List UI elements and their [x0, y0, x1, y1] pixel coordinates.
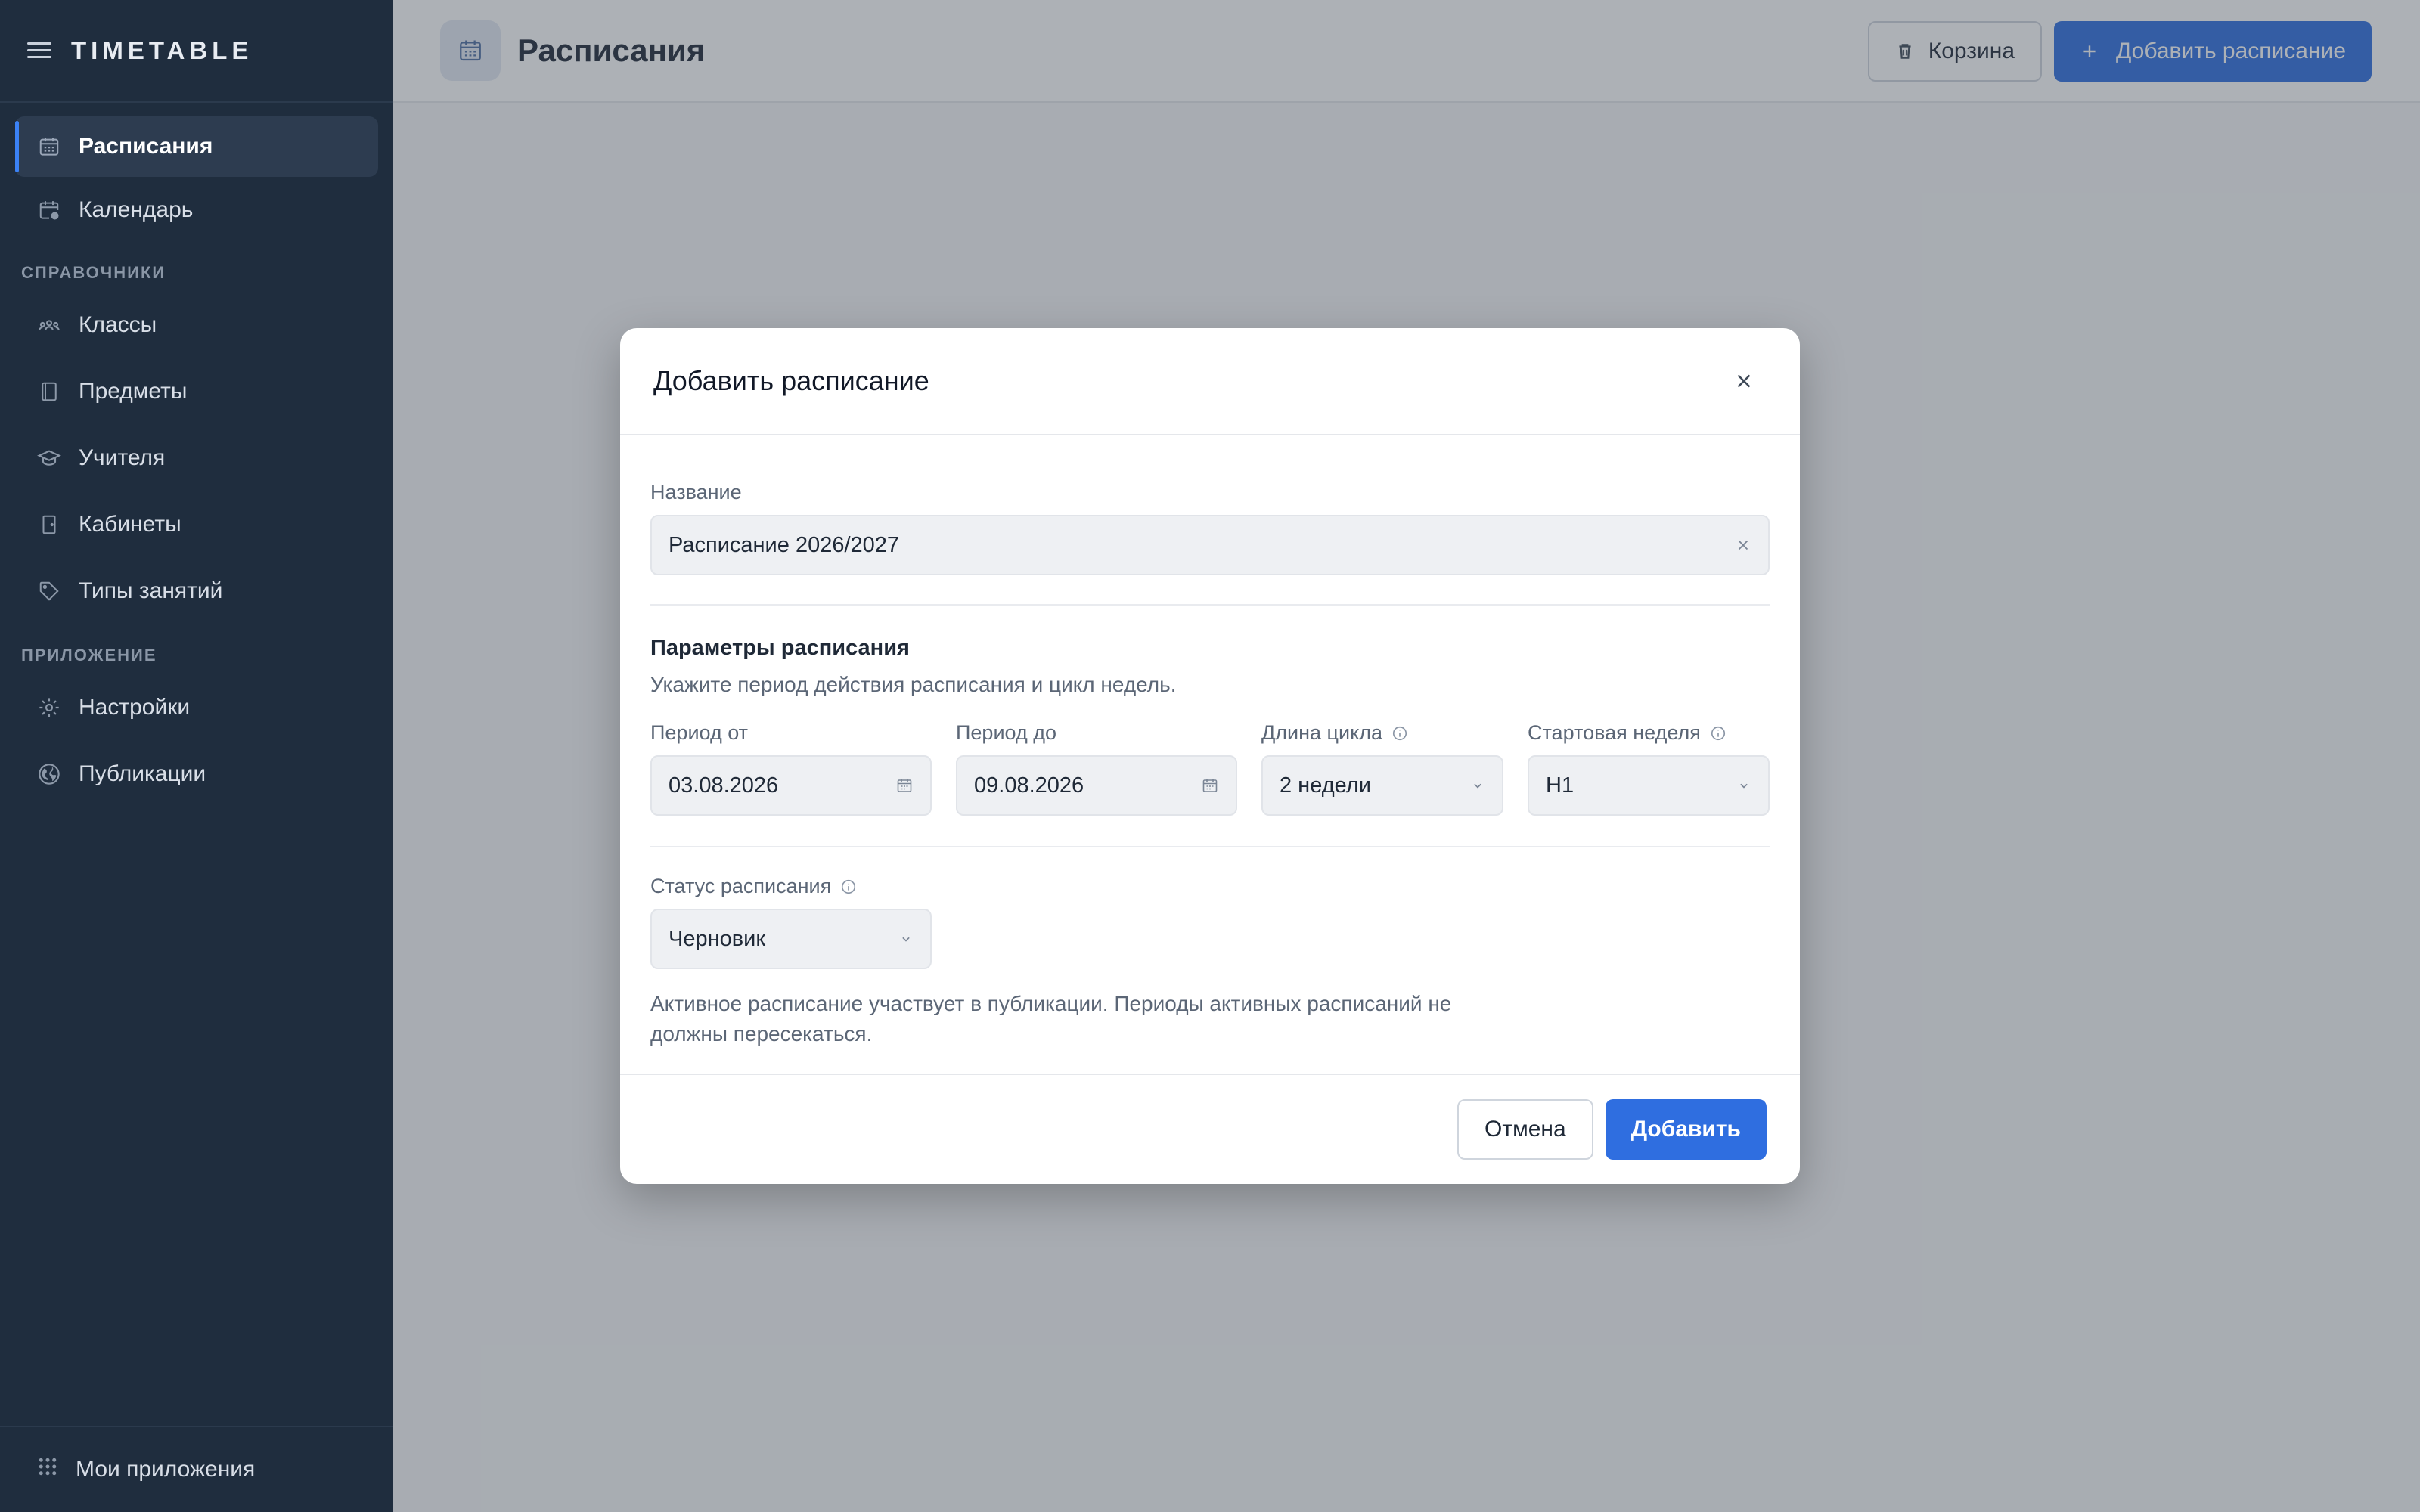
params-row: Период от 03.08.2026 Период до 09.08.202… [650, 721, 1770, 816]
my-apps-link[interactable]: Мои приложения [0, 1426, 393, 1512]
tag-icon [36, 578, 62, 604]
start-week-group: Стартовая неделя Н1 [1528, 721, 1770, 816]
calendar-icon[interactable] [1201, 776, 1219, 795]
menu-icon[interactable] [27, 42, 51, 59]
dialog-body: Название Расписание 2026/2027 Параметры … [620, 435, 1800, 1049]
period-from-field[interactable]: 03.08.2026 [650, 755, 932, 816]
clear-icon[interactable] [1735, 537, 1751, 553]
start-week-label: Стартовая неделя [1528, 721, 1770, 745]
add-schedule-dialog: Добавить расписание Название Расписание … [620, 328, 1800, 1184]
app-title: TIMETABLE [71, 36, 253, 64]
sidebar-item-label: Типы занятий [79, 578, 223, 603]
calendar-clock-icon [36, 197, 62, 223]
sidebar-item-label: Настройки [79, 695, 191, 720]
status-value: Черновик [669, 926, 766, 951]
cycle-length-value: 2 недели [1280, 773, 1371, 798]
status-label-text: Статус расписания [650, 875, 832, 897]
chevron-down-icon [1470, 778, 1485, 793]
params-title: Параметры расписания [650, 636, 910, 660]
params-description: Укажите период действия расписания и цик… [650, 673, 1177, 696]
cycle-length-select[interactable]: 2 недели [1261, 755, 1503, 816]
period-to-field[interactable]: 09.08.2026 [956, 755, 1237, 816]
sidebar-item-subjects[interactable]: Предметы [15, 360, 378, 423]
sidebar-section-references: СПРАВОЧНИКИ [21, 263, 166, 282]
graduation-cap-icon [36, 445, 62, 471]
gear-icon [36, 695, 62, 720]
start-week-value: Н1 [1546, 773, 1575, 798]
dialog-footer: Отмена Добавить [620, 1074, 1800, 1184]
globe-icon [36, 761, 62, 787]
period-from-label: Период от [650, 721, 748, 744]
dialog-header: Добавить расписание [620, 328, 1800, 435]
sidebar-item-publications[interactable]: Публикации [15, 742, 378, 806]
name-value: Расписание 2026/2027 [669, 532, 900, 557]
status-select[interactable]: Черновик [650, 909, 932, 969]
start-week-select[interactable]: Н1 [1528, 755, 1770, 816]
sidebar-item-calendar[interactable]: Календарь [15, 180, 378, 240]
cycle-length-label: Длина цикла [1261, 721, 1503, 745]
sidebar-item-label: Календарь [79, 197, 194, 222]
divider [650, 846, 1770, 847]
info-icon[interactable] [1392, 725, 1408, 742]
calendar-icon[interactable] [895, 776, 914, 795]
period-to-group: Период до 09.08.2026 [956, 721, 1237, 816]
users-group-icon [36, 312, 62, 338]
submit-button[interactable]: Добавить [1605, 1099, 1767, 1160]
info-icon[interactable] [1710, 725, 1727, 742]
period-from-group: Период от 03.08.2026 [650, 721, 932, 816]
status-help-text: Активное расписание участвует в публикац… [650, 992, 1452, 1046]
close-button[interactable] [1727, 364, 1761, 398]
cycle-length-group: Длина цикла 2 недели [1261, 721, 1503, 816]
sidebar-item-label: Предметы [79, 379, 188, 404]
chevron-down-icon [898, 931, 914, 947]
sidebar-item-teachers[interactable]: Учителя [15, 426, 378, 490]
period-to-value: 09.08.2026 [974, 773, 1084, 798]
calendar-grid-icon [36, 134, 62, 160]
cycle-length-text: Длина цикла [1261, 721, 1382, 744]
sidebar-nav: Расписания Календарь СПРАВОЧНИКИ Классы … [0, 103, 393, 806]
apps-grid-icon [36, 1455, 59, 1484]
chevron-down-icon [1736, 778, 1751, 793]
sidebar-brand: TIMETABLE [0, 0, 393, 103]
name-label: Название [650, 481, 742, 503]
divider [650, 604, 1770, 606]
info-icon[interactable] [840, 878, 857, 895]
period-from-value: 03.08.2026 [669, 773, 779, 798]
period-to-label: Период до [956, 721, 1056, 744]
sidebar-item-settings[interactable]: Настройки [15, 676, 378, 739]
close-icon [1733, 370, 1755, 392]
sidebar-item-label: Учителя [79, 445, 166, 470]
sidebar-item-lesson-types[interactable]: Типы занятий [15, 559, 378, 623]
door-icon [36, 512, 62, 538]
sidebar-item-classes[interactable]: Классы [15, 293, 378, 357]
start-week-text: Стартовая неделя [1528, 721, 1701, 744]
my-apps-label: Мои приложения [76, 1457, 256, 1482]
sidebar-item-label: Кабинеты [79, 512, 182, 537]
sidebar: TIMETABLE Расписания Календарь СПРАВОЧНИ… [0, 0, 393, 1512]
sidebar-item-label: Публикации [79, 761, 206, 786]
cancel-button[interactable]: Отмена [1457, 1099, 1593, 1160]
status-label: Статус расписания [650, 875, 1770, 898]
book-icon [36, 379, 62, 404]
dialog-title: Добавить расписание [653, 365, 929, 396]
sidebar-section-app: ПРИЛОЖЕНИЕ [21, 646, 157, 665]
name-field[interactable]: Расписание 2026/2027 [650, 515, 1770, 575]
sidebar-item-label: Классы [79, 312, 157, 337]
sidebar-item-schedules[interactable]: Расписания [15, 116, 378, 177]
sidebar-item-label: Расписания [79, 134, 213, 159]
sidebar-item-rooms[interactable]: Кабинеты [15, 493, 378, 556]
